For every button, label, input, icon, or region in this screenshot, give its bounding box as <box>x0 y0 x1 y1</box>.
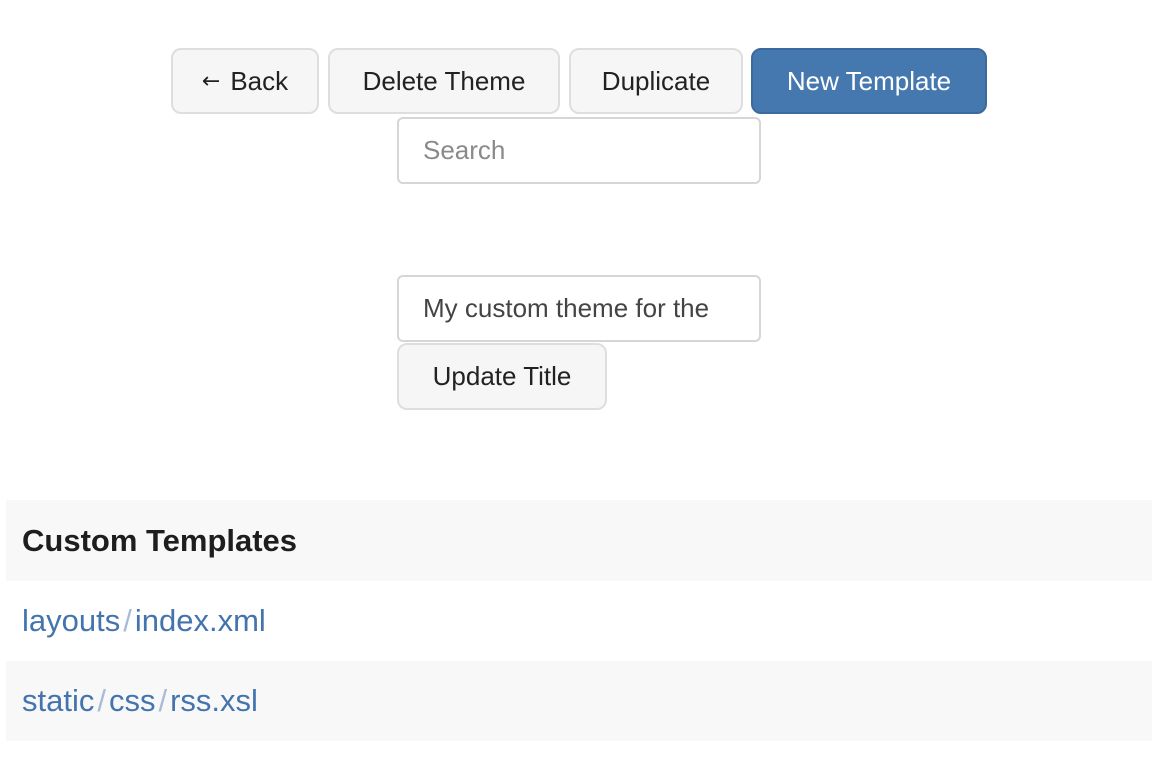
list-item: layouts/index.xml <box>6 581 1152 661</box>
path-separator: / <box>97 683 106 718</box>
path-separator: / <box>123 603 132 638</box>
template-link-static-css-rss[interactable]: static/css/rss.xsl <box>22 683 258 719</box>
custom-templates-heading: Custom Templates <box>22 522 298 558</box>
path-segment: css <box>108 683 156 718</box>
path-segment: index.xml <box>134 603 266 638</box>
back-button-label: Back <box>230 65 289 96</box>
path-segment: layouts <box>22 603 121 638</box>
back-button[interactable]: ← Back <box>171 48 319 114</box>
custom-templates-list: Custom Templates layouts/index.xml stati… <box>6 500 1152 741</box>
path-separator: / <box>158 683 168 718</box>
theme-title-input[interactable] <box>397 275 761 342</box>
delete-theme-button[interactable]: Delete Theme <box>328 48 560 114</box>
list-item: static/css/rss.xsl <box>6 661 1152 741</box>
path-segment: static <box>22 683 95 718</box>
path-segment: rss.xsl <box>170 683 258 718</box>
duplicate-button[interactable]: Duplicate <box>569 48 743 114</box>
custom-templates-header: Custom Templates <box>6 500 1152 581</box>
update-title-button[interactable]: Update Title <box>397 343 607 410</box>
search-input[interactable] <box>397 117 761 184</box>
new-template-button[interactable]: New Template <box>751 48 987 114</box>
template-link-layouts-index[interactable]: layouts/index.xml <box>22 603 266 639</box>
arrow-left-icon: ← <box>201 68 221 94</box>
